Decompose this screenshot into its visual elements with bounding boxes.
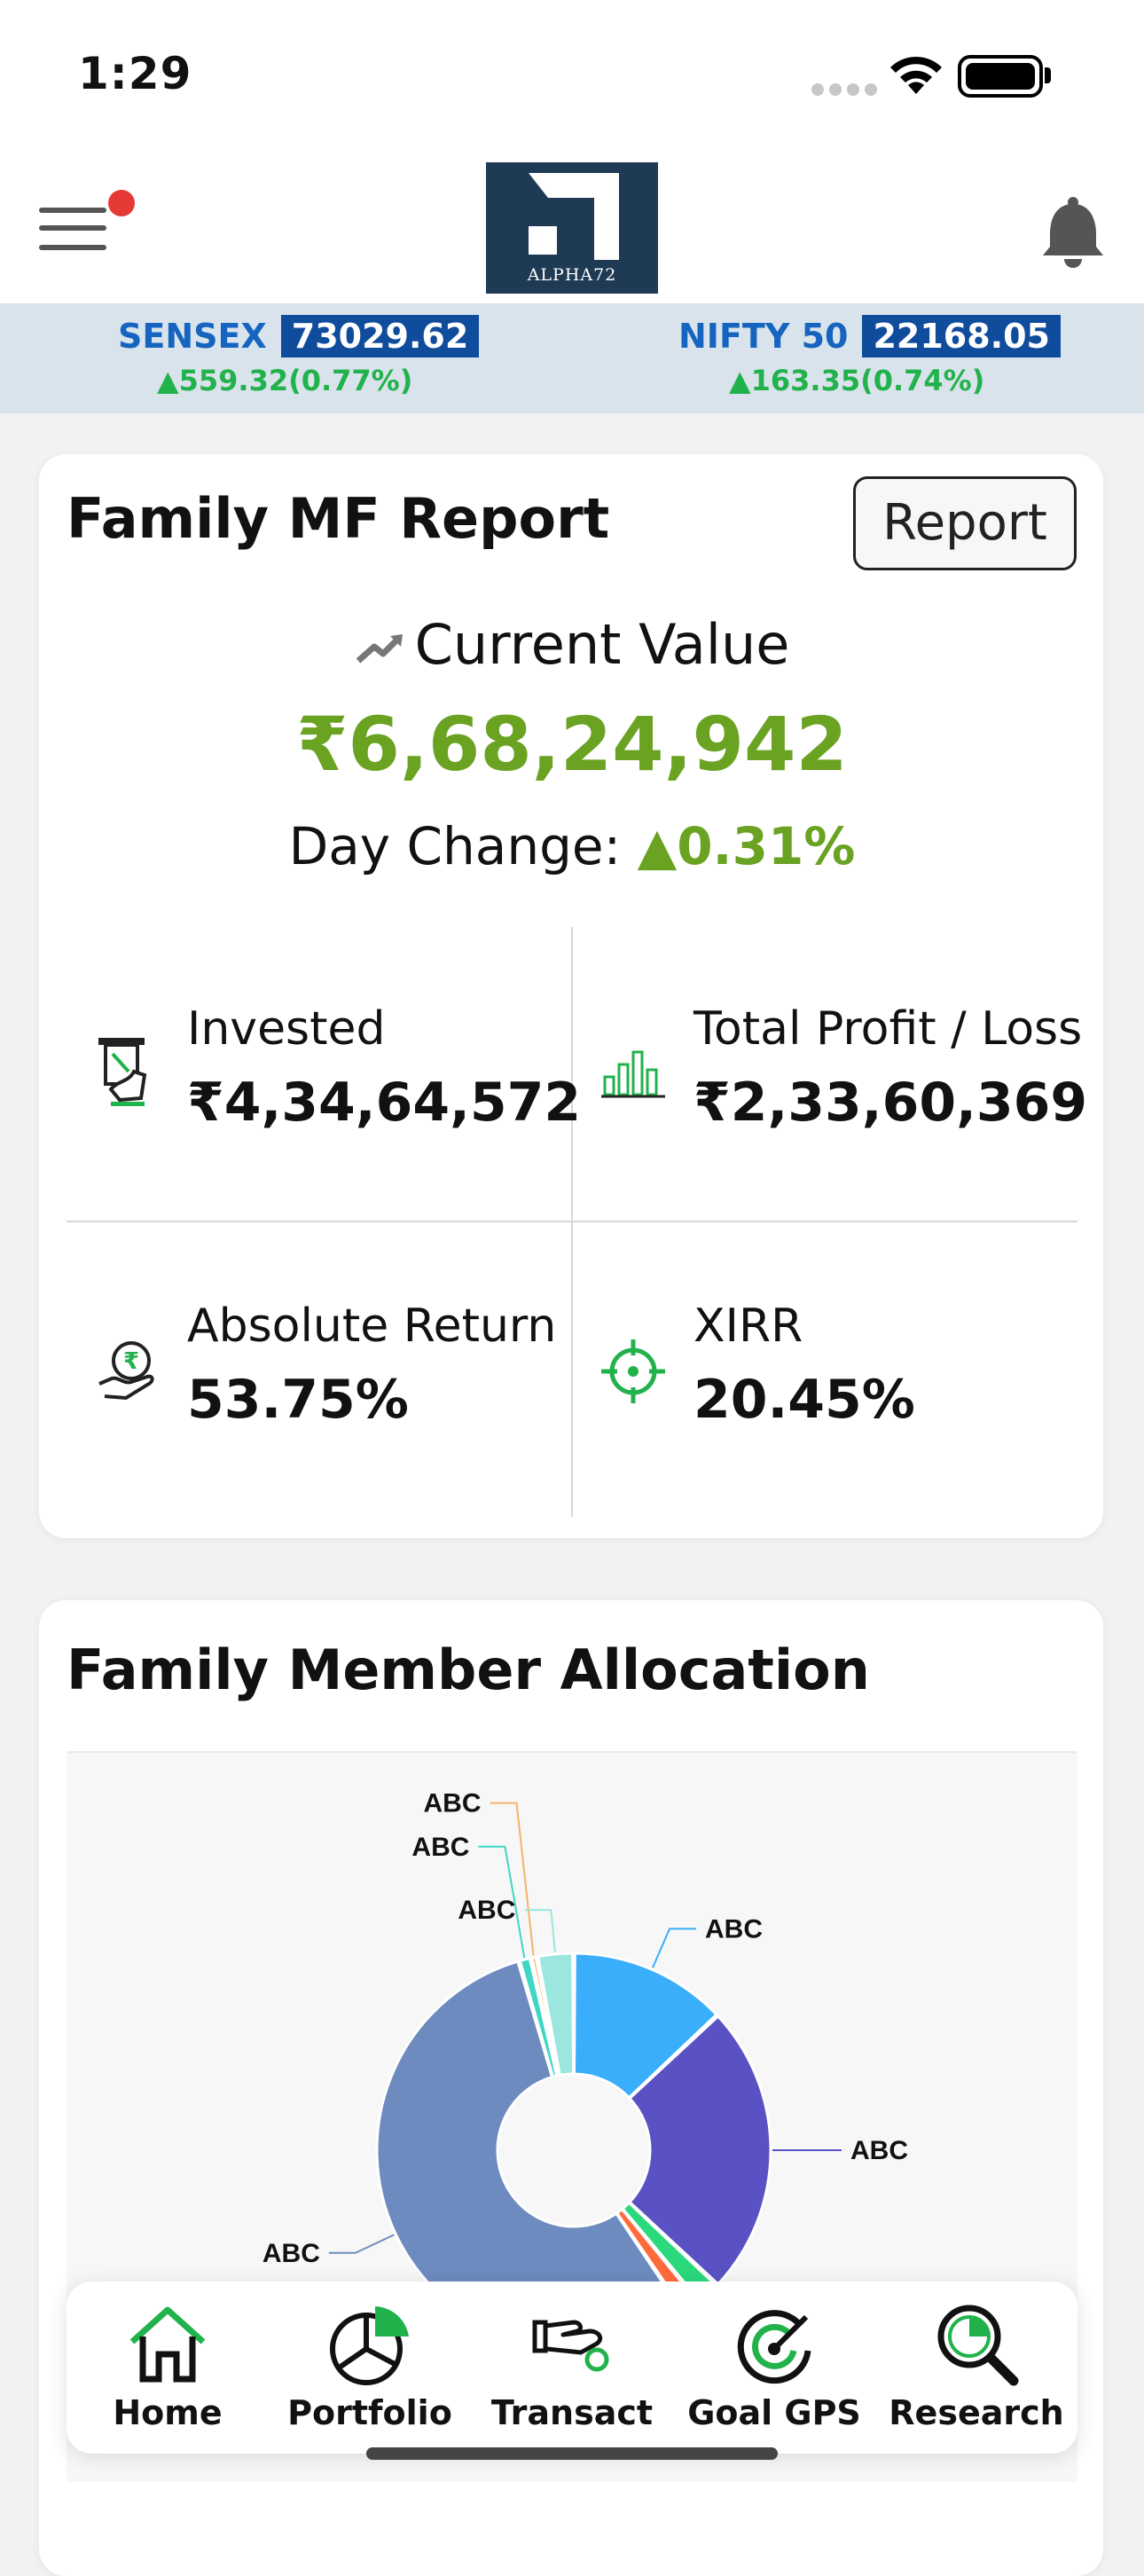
invested-label: Invested	[187, 1002, 386, 1056]
transact-hand-icon	[532, 2320, 609, 2372]
profit-loss-value: ₹2,33,60,369	[693, 1072, 1088, 1134]
xirr-value: 20.45%	[693, 1369, 915, 1431]
donut-leader-line	[652, 1928, 697, 1968]
rupee-hand-icon: ₹	[98, 1341, 154, 1401]
battery-icon	[958, 55, 1043, 98]
home-indicator	[366, 2447, 778, 2460]
absolute-return-label: Absolute Return	[187, 1300, 557, 1353]
day-change-value: ▲0.31%	[637, 816, 856, 876]
donut-slice-label: ABC	[411, 1833, 469, 1862]
battery-cap	[1045, 67, 1051, 83]
bottom-navigation: Home Portfolio Transact Goal GPS Researc…	[67, 2281, 1077, 2454]
profit-loss-label: Total Profit / Loss	[693, 1002, 1083, 1056]
nav-home-label: Home	[113, 2393, 223, 2432]
stats-divider-horizontal	[67, 1221, 1077, 1222]
day-change-label: Day Change:	[288, 816, 622, 876]
xirr-label: XIRR	[693, 1300, 803, 1353]
day-change: Day Change: ▲0.31%	[0, 816, 1144, 876]
donut-leader-line	[328, 2234, 395, 2254]
notification-dot	[108, 190, 135, 216]
allocation-title: Family Member Allocation	[67, 1637, 870, 1702]
nav-transact-label: Transact	[490, 2393, 654, 2432]
nifty-value: 22168.05	[862, 315, 1061, 357]
wifi-icon	[890, 56, 942, 94]
nav-research[interactable]: Research	[875, 2281, 1077, 2454]
hamburger-menu-icon[interactable]	[39, 202, 106, 255]
nav-goal-gps-label: Goal GPS	[687, 2393, 861, 2432]
report-button[interactable]: Report	[853, 476, 1077, 570]
trend-up-icon	[356, 633, 403, 664]
goal-gps-icon	[737, 2310, 811, 2384]
bar-chart-icon	[601, 1050, 665, 1098]
sensex-label: SENSEX	[118, 317, 267, 356]
sensex-ticker[interactable]: SENSEX 73029.62	[118, 315, 480, 357]
nifty-label: NIFTY 50	[678, 317, 849, 356]
logo-text: ALPHA72	[527, 265, 617, 285]
donut-slice-label: ABC	[705, 1914, 763, 1944]
nav-home[interactable]: Home	[67, 2281, 269, 2454]
nav-transact[interactable]: Transact	[471, 2281, 673, 2454]
sensex-value: 73029.62	[280, 315, 480, 357]
nifty-ticker[interactable]: NIFTY 50 22168.05	[678, 315, 1061, 357]
cellular-signal-icon	[811, 82, 882, 99]
card-title: Family MF Report	[67, 486, 610, 551]
status-time: 1:29	[78, 48, 192, 99]
nav-portfolio-label: Portfolio	[287, 2393, 452, 2432]
donut-slice-label: ABC	[850, 2136, 908, 2165]
portfolio-pie-icon	[330, 2306, 409, 2385]
home-icon	[129, 2306, 206, 2383]
donut-slice-label: ABC	[424, 1789, 482, 1818]
alpha72-logo[interactable]: ALPHA72	[486, 162, 658, 294]
research-magnifier-icon	[937, 2305, 1019, 2386]
svg-text:₹: ₹	[123, 1348, 139, 1375]
nav-goal-gps[interactable]: Goal GPS	[673, 2281, 875, 2454]
bell-icon[interactable]	[1039, 195, 1107, 268]
invested-icon	[98, 1038, 147, 1106]
invested-value: ₹4,34,64,572	[187, 1072, 582, 1134]
sensex-change: ▲559.32(0.77%)	[157, 364, 413, 397]
current-value-amount: ₹6,68,24,942	[296, 701, 848, 788]
donut-leader-line	[490, 1802, 535, 1956]
allocation-separator	[67, 1751, 1077, 1754]
nav-research-label: Research	[889, 2393, 1064, 2432]
current-value-label: Current Value	[0, 612, 1144, 677]
absolute-return-value: 53.75%	[187, 1369, 409, 1431]
current-value-text: Current Value	[414, 612, 790, 677]
donut-slice-label: ABC	[262, 2239, 320, 2268]
crosshair-target-icon	[601, 1339, 665, 1403]
donut-slice-label: ABC	[458, 1896, 515, 1925]
nav-portfolio[interactable]: Portfolio	[269, 2281, 471, 2454]
nifty-change: ▲163.35(0.74%)	[729, 364, 985, 397]
